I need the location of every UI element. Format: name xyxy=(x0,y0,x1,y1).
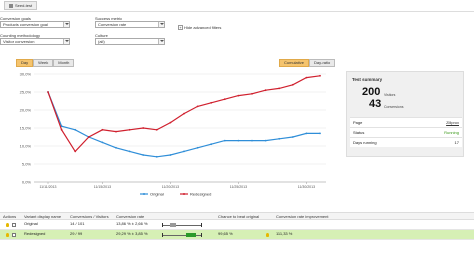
confidence-meter xyxy=(162,223,202,227)
counting-methodology-select[interactable]: Visitor conversion xyxy=(0,38,70,45)
chevron-down-icon xyxy=(63,39,69,44)
data-point-redesigned xyxy=(210,101,213,104)
summary-row-page: Page Zillprox xyxy=(350,117,462,127)
data-point-original xyxy=(223,139,226,142)
data-point-original xyxy=(142,154,145,156)
summary-row-days: Days running 17 xyxy=(350,137,462,147)
chevron-down-icon xyxy=(63,22,69,27)
row-checkbox[interactable] xyxy=(12,233,16,237)
visitors-count: 200 xyxy=(362,86,381,98)
test-tab[interactable]: Seed-test xyxy=(4,1,38,10)
data-point-original xyxy=(196,146,199,149)
y-tick-label: 30,0% xyxy=(20,72,32,77)
data-point-redesigned xyxy=(251,92,253,95)
data-point-redesigned xyxy=(305,76,308,79)
y-tick-label: 20,0% xyxy=(20,108,32,113)
x-tick-label: 11/30/2013 xyxy=(298,185,315,189)
status-badge: Running xyxy=(444,130,459,135)
data-point-original xyxy=(251,139,253,142)
legend-label: Redesigned xyxy=(190,192,211,197)
conversion-goals-select[interactable]: Products conversion goal xyxy=(0,21,70,28)
x-tick-label: 11/15/2013 xyxy=(94,185,111,189)
counting-methodology-filter: Counting methodology Visitor conversion xyxy=(0,33,70,45)
y-tick-label: 10,0% xyxy=(20,144,32,149)
data-point-redesigned xyxy=(87,136,90,138)
chevron-down-icon xyxy=(158,22,164,27)
data-point-redesigned xyxy=(128,128,131,131)
data-point-original xyxy=(210,143,213,146)
table-header: Actions Variant display name Conversions… xyxy=(0,212,474,220)
y-tick-label: 0,0% xyxy=(22,180,32,185)
variants-table: Actions Variant display name Conversions… xyxy=(0,212,474,240)
conversions-label: Conversions xyxy=(384,105,404,109)
hide-advanced-filters-link[interactable]: + Hide advanced filters xyxy=(178,25,221,30)
conversion-goals-filter: Conversion goals Products conversion goa… xyxy=(0,16,70,28)
x-tick-label: 11/11/2013 xyxy=(40,185,57,189)
data-point-original xyxy=(237,139,240,142)
legend-marker xyxy=(143,193,145,195)
data-point-redesigned xyxy=(47,91,49,93)
data-point-original xyxy=(264,139,267,142)
legend-label: Original xyxy=(150,192,164,197)
data-point-redesigned xyxy=(237,94,240,97)
lightbulb-icon xyxy=(266,233,269,237)
confidence-meter xyxy=(162,233,202,237)
data-point-original xyxy=(128,150,131,153)
summary-row-status: Status Running xyxy=(350,127,462,137)
data-point-original xyxy=(278,137,281,140)
data-point-redesigned xyxy=(278,87,281,90)
success-metric-select[interactable]: Conversion rate xyxy=(95,21,165,28)
chevron-down-icon xyxy=(158,39,164,44)
conversions-count: 43 xyxy=(369,98,382,110)
data-point-redesigned xyxy=(196,105,199,108)
data-point-redesigned xyxy=(115,130,117,133)
conversion-rate-chart: 0,0% 5,0% 10,0% 15,0% 20,0% 25,0% 30,0% 11/11/2… xyxy=(20,72,326,197)
divider xyxy=(0,11,474,12)
series-line-original xyxy=(47,91,320,158)
data-point-original xyxy=(115,146,117,149)
data-point-redesigned xyxy=(142,127,145,129)
data-point-redesigned xyxy=(319,74,321,77)
data-point-redesigned xyxy=(223,98,226,101)
data-point-original xyxy=(305,132,308,135)
summary-title: Test summary xyxy=(352,77,383,82)
success-metric-filter: Success metric Conversion rate xyxy=(95,16,165,28)
data-point-redesigned xyxy=(101,128,104,131)
x-tick-label: 11/20/2013 xyxy=(162,185,179,189)
data-point-original xyxy=(291,136,294,138)
page-icon xyxy=(9,3,13,8)
y-tick-label: 25,0% xyxy=(20,90,32,95)
data-point-original xyxy=(101,141,104,144)
lightbulb-icon[interactable] xyxy=(6,223,9,227)
test-summary-panel: Test summary 200 Visitors 43 Conversions… xyxy=(346,71,464,157)
legend-marker xyxy=(183,193,185,195)
lightbulb-icon[interactable] xyxy=(6,233,9,237)
collapse-icon: + xyxy=(178,25,183,30)
x-tick-label: 11/25/2013 xyxy=(230,185,247,189)
data-point-redesigned xyxy=(74,150,77,153)
table-row[interactable]: Redesigned 29 / 99 29,29 % ± 3,85 % 99,6… xyxy=(0,230,474,240)
y-tick-label: 5,0% xyxy=(22,162,32,167)
data-point-redesigned xyxy=(183,112,185,115)
culture-filter: Culture (all) xyxy=(95,33,165,45)
culture-select[interactable]: (all) xyxy=(95,38,165,45)
visitors-label: Visitors xyxy=(384,93,396,97)
data-point-redesigned xyxy=(291,83,294,86)
data-point-redesigned xyxy=(155,128,158,131)
data-point-original xyxy=(74,128,77,131)
y-tick-label: 15,0% xyxy=(20,126,32,131)
data-point-original xyxy=(183,150,185,153)
data-point-redesigned xyxy=(60,128,63,131)
table-row[interactable]: Original 14 / 101 13,86 % ± 2,66 % xyxy=(0,220,474,230)
data-point-redesigned xyxy=(169,121,172,124)
data-point-original xyxy=(155,155,158,158)
data-point-redesigned xyxy=(264,89,267,92)
row-checkbox[interactable] xyxy=(12,223,16,227)
data-point-original xyxy=(319,132,321,135)
page-link[interactable]: Zillprox xyxy=(446,118,459,127)
data-point-original xyxy=(169,154,172,156)
